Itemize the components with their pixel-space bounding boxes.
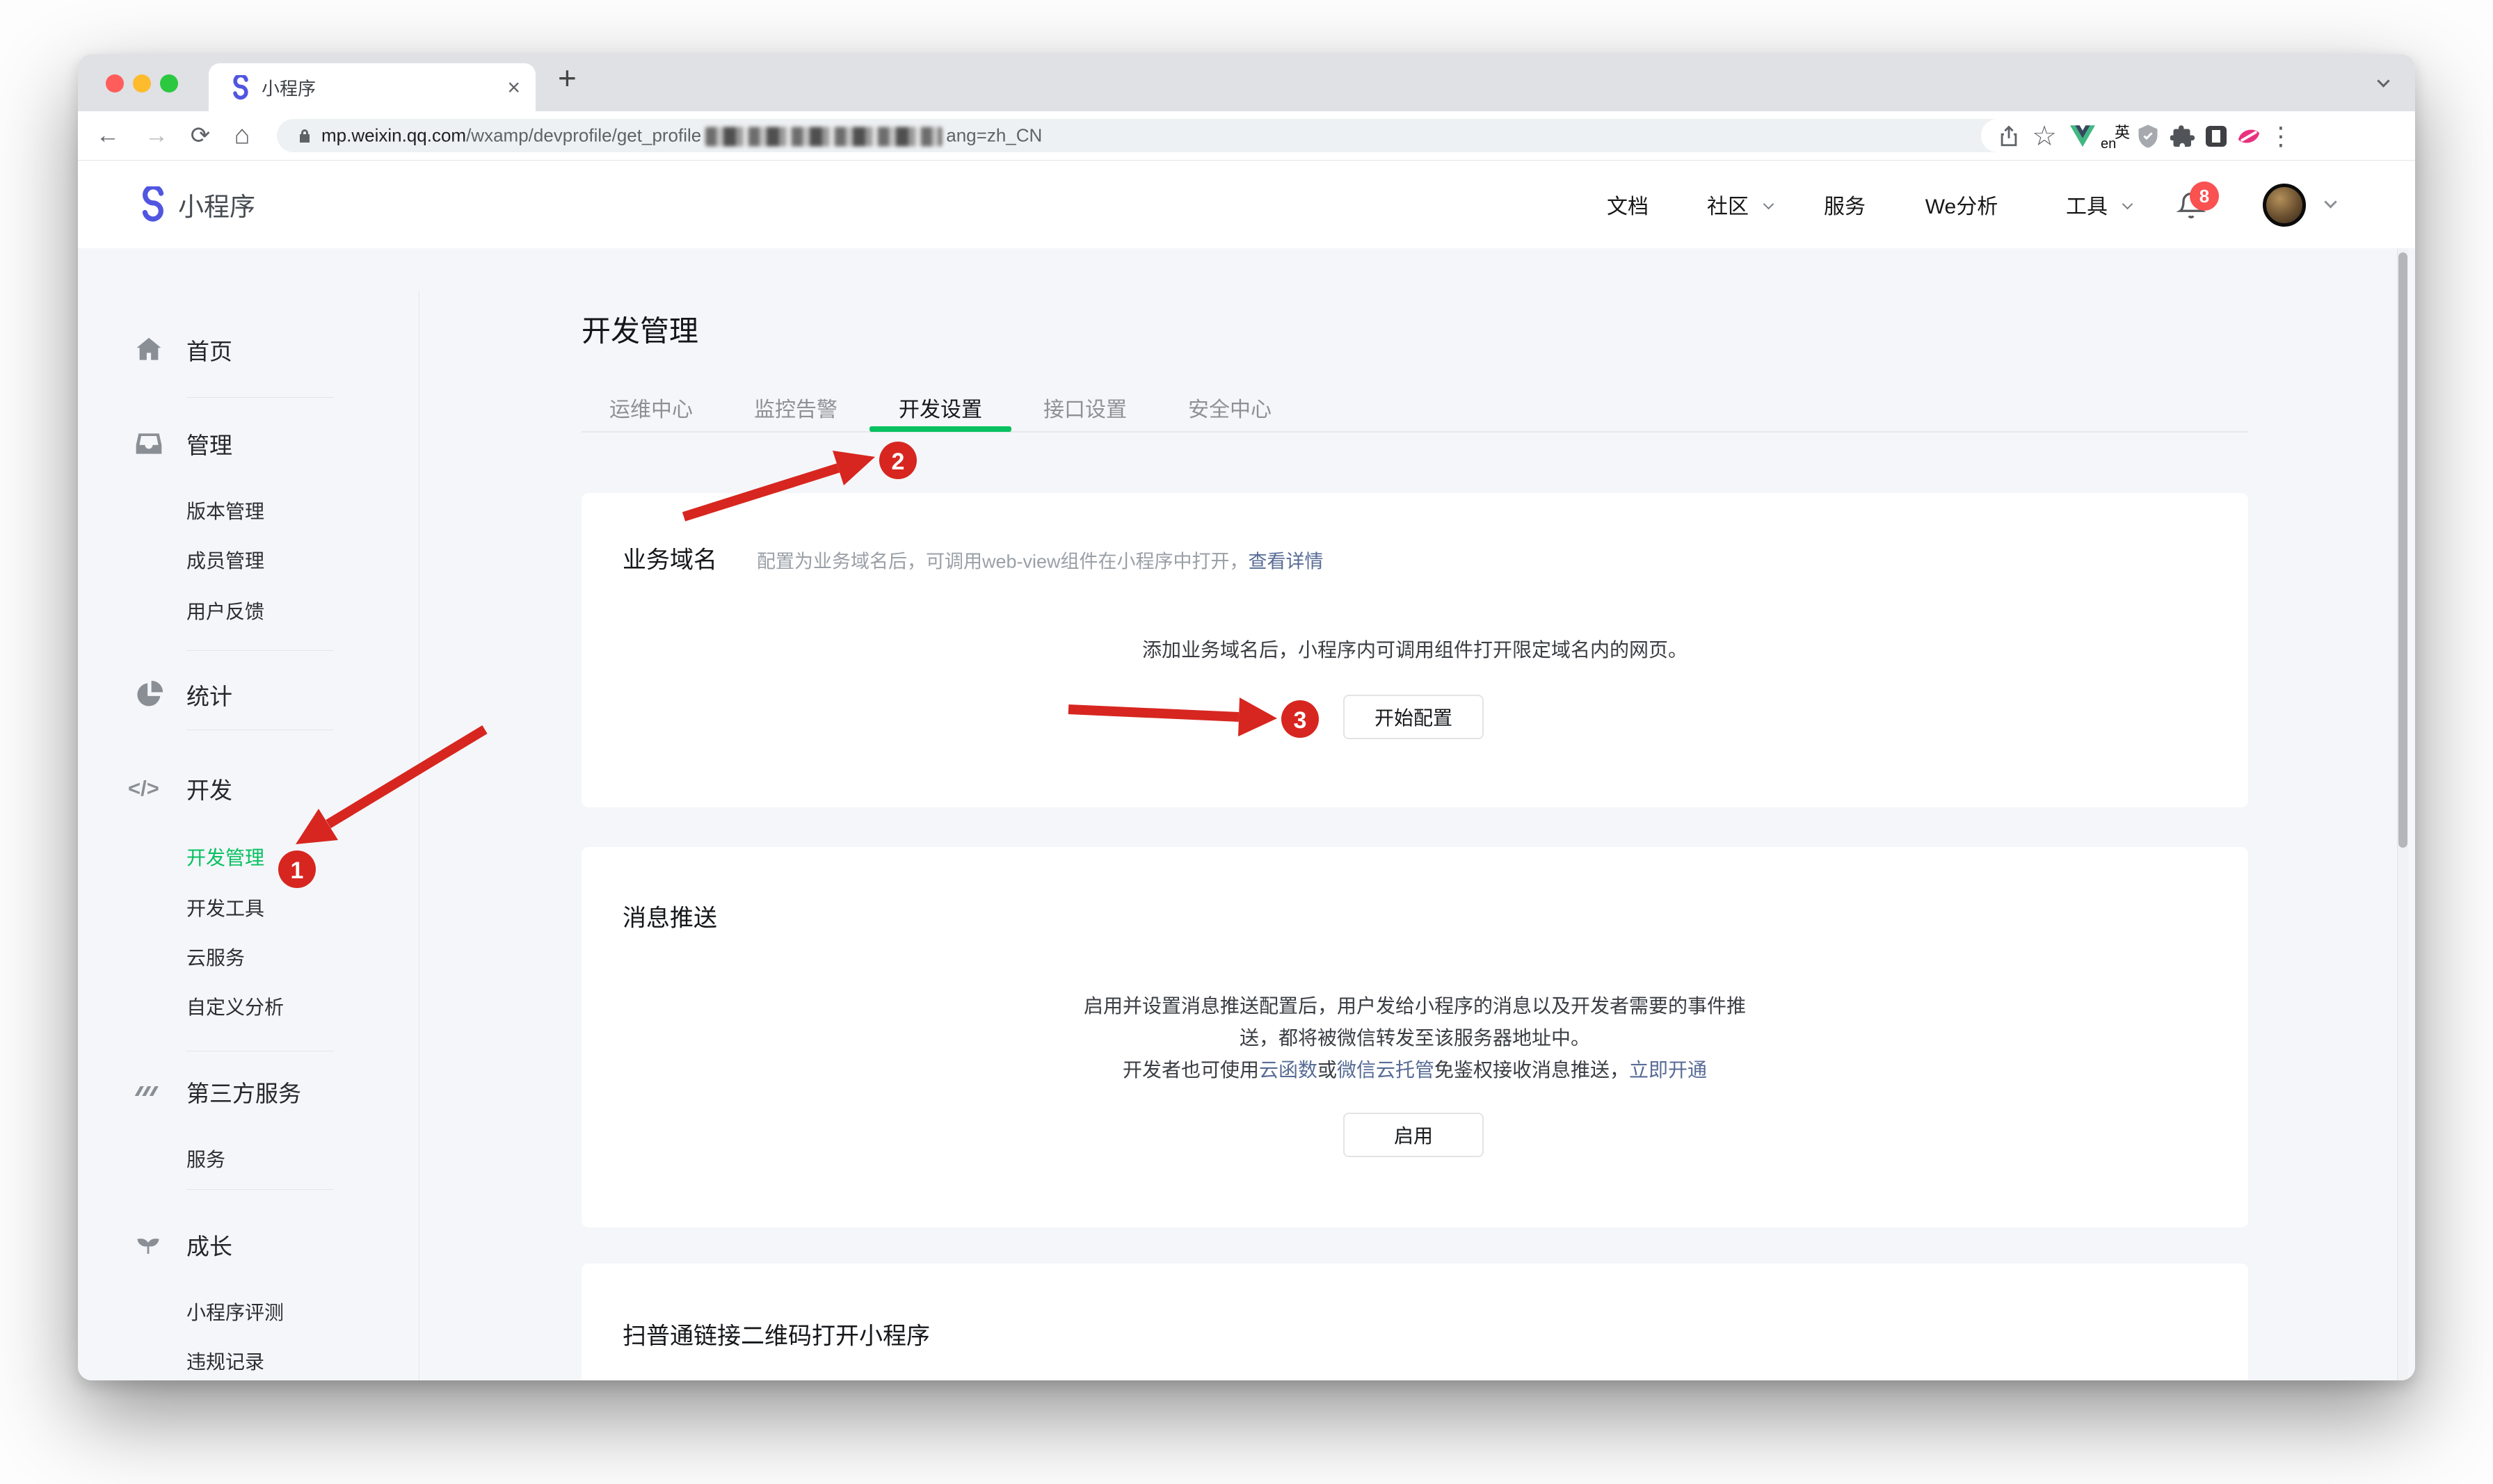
nav-services[interactable]: 服务 [1824,189,1866,220]
sidebar-item-develop-tools[interactable]: 开发工具 [186,894,264,921]
page-content: 首页 管理 版本管理 成员管理 用户反馈 统计 </> 开发 开发管理 开发工具… [78,248,2415,1380]
tab-ops-center[interactable]: 运维中心 [609,392,693,423]
sidebar-section-divider [186,1189,334,1190]
cloud-hosting-link[interactable]: 微信云托管 [1337,1059,1434,1081]
screenshot-canvas: 小程序 × + ← → ⟳ ⌂ mp.weixin.qq.com/wxamp/d… [0,0,2493,1484]
url-path: /wxamp/devprofile/get_profile [466,124,701,145]
sidebar-item-member-manage[interactable]: 成员管理 [186,546,264,574]
tab-close-icon[interactable]: × [507,74,520,100]
close-window-button[interactable] [106,74,124,92]
qr-link-title: 扫普通链接二维码打开小程序 [623,1317,930,1351]
sidebar-section-divider [186,650,334,651]
enable-button[interactable]: 启用 [1343,1113,1484,1157]
home-button[interactable]: ⌂ [227,121,257,151]
forward-button[interactable]: → [141,122,172,150]
business-domain-desc: 配置为业务域名后，可调用web-view组件在小程序中打开，查看详情 [757,547,1324,574]
sidebar-item-statistics[interactable]: 统计 [186,678,232,711]
message-push-title: 消息推送 [623,899,717,933]
account-chevron-down-icon[interactable] [2326,197,2335,210]
reload-button[interactable]: ⟳ [185,122,216,150]
browser-tab[interactable]: 小程序 × [209,63,536,111]
browser-toolbar: ← → ⟳ ⌂ mp.weixin.qq.com/wxamp/devprofil… [78,111,2415,161]
nav-docs[interactable]: 文档 [1607,189,1649,220]
kiss-lips-icon[interactable] [2234,122,2263,151]
browser-menu-icon[interactable]: ⋮ [2266,122,2295,151]
sidebar-item-miniprogram-review[interactable]: 小程序评测 [186,1298,284,1325]
reader-frame-icon[interactable] [2202,122,2231,151]
sidebar-section-divider [186,729,334,730]
notification-count-badge: 8 [2190,182,2219,211]
tab-title: 小程序 [262,74,316,100]
pie-chart-icon [134,679,164,710]
bookmark-star-icon[interactable]: ☆ [2030,122,2059,151]
miniprogram-logo-icon [135,186,171,223]
sidebar-item-growth[interactable]: 成长 [186,1228,232,1261]
puzzle-extensions-icon[interactable] [2168,122,2197,151]
url-redacted-segment [705,127,942,147]
zoom-window-button[interactable] [160,74,178,92]
third-party-icon [134,1076,164,1107]
vue-devtools-icon[interactable] [2068,122,2097,151]
code-icon: </> [128,776,159,801]
active-tab-underline [869,426,1011,432]
page-scrollbar-thumb[interactable] [2398,252,2407,848]
sidebar-item-develop[interactable]: 开发 [186,772,232,805]
start-config-button[interactable]: 开始配置 [1343,695,1484,739]
brand-title: 小程序 [178,186,255,223]
section-tabs: 运维中心 监控告警 开发设置 接口设置 安全中心 [609,385,1272,430]
sidebar-item-custom-analytics[interactable]: 自定义分析 [186,992,284,1020]
message-push-body: 启用并设置消息推送配置后，用户发给小程序的消息以及开发者需要的事件推 送，都将被… [582,990,2248,1086]
activate-now-link[interactable]: 立即开通 [1629,1059,1707,1081]
sidebar-item-third-party[interactable]: 第三方服务 [186,1075,301,1108]
miniprogram-favicon-icon [228,75,253,100]
sidebar-item-home[interactable]: 首页 [186,333,232,366]
tab-develop-settings[interactable]: 开发设置 [899,392,982,423]
sidebar-item-version-manage[interactable]: 版本管理 [186,497,264,524]
tabs-baseline [582,431,2248,433]
home-icon [134,334,164,365]
nav-community[interactable]: 社区 [1707,189,1749,220]
sidebar-item-violation-records[interactable]: 违规记录 [186,1347,264,1375]
translate-icon[interactable]: 英 en [2101,122,2130,151]
tab-security-center[interactable]: 安全中心 [1188,392,1272,423]
lock-icon [296,127,313,147]
url-suffix: ang=zh_CN [946,124,1042,145]
business-domain-body: 添加业务域名后，小程序内可调用组件打开限定域名内的网页。 [582,634,2248,666]
sidebar-item-manage[interactable]: 管理 [186,427,232,460]
tab-strip: 小程序 × + [78,54,2415,111]
nav-tools-chevron-down-icon [2124,199,2131,211]
tray-icon [134,428,164,459]
url-domain: mp.weixin.qq.com [321,124,466,145]
page-title: 开发管理 [582,308,698,350]
address-bar[interactable]: mp.weixin.qq.com/wxamp/devprofile/get_pr… [277,119,2059,152]
sidebar-item-develop-manage[interactable]: 开发管理 [186,843,264,871]
business-domain-title: 业务域名 [623,541,717,575]
nav-tools[interactable]: 工具 [2066,189,2108,220]
new-tab-button[interactable]: + [558,59,577,97]
minimize-window-button[interactable] [133,74,151,92]
tab-api-settings[interactable]: 接口设置 [1043,392,1127,423]
site-header: 小程序 文档 社区 服务 We分析 工具 8 [78,161,2415,248]
cloud-function-link[interactable]: 云函数 [1259,1059,1317,1081]
user-avatar[interactable] [2263,184,2306,227]
sidebar-item-user-feedback[interactable]: 用户反馈 [186,597,264,624]
share-icon[interactable] [1994,122,2023,151]
sprout-icon [134,1229,164,1260]
nav-community-chevron-down-icon [1765,199,1772,211]
view-details-link[interactable]: 查看详情 [1249,551,1324,572]
sidebar-section-divider [186,397,334,398]
tab-monitor-alert[interactable]: 监控告警 [754,392,837,423]
sidebar-item-service[interactable]: 服务 [186,1145,225,1172]
back-button[interactable]: ← [93,122,123,150]
shield-check-icon[interactable] [2133,122,2163,151]
browser-window: 小程序 × + ← → ⟳ ⌂ mp.weixin.qq.com/wxamp/d… [78,54,2415,1380]
nav-we-analytics[interactable]: We分析 [1925,189,1998,220]
sidebar-item-cloud-service[interactable]: 云服务 [186,943,245,971]
tabstrip-chevron-down-icon[interactable] [2379,76,2388,89]
url-text: mp.weixin.qq.com/wxamp/devprofile/get_pr… [321,124,1042,146]
